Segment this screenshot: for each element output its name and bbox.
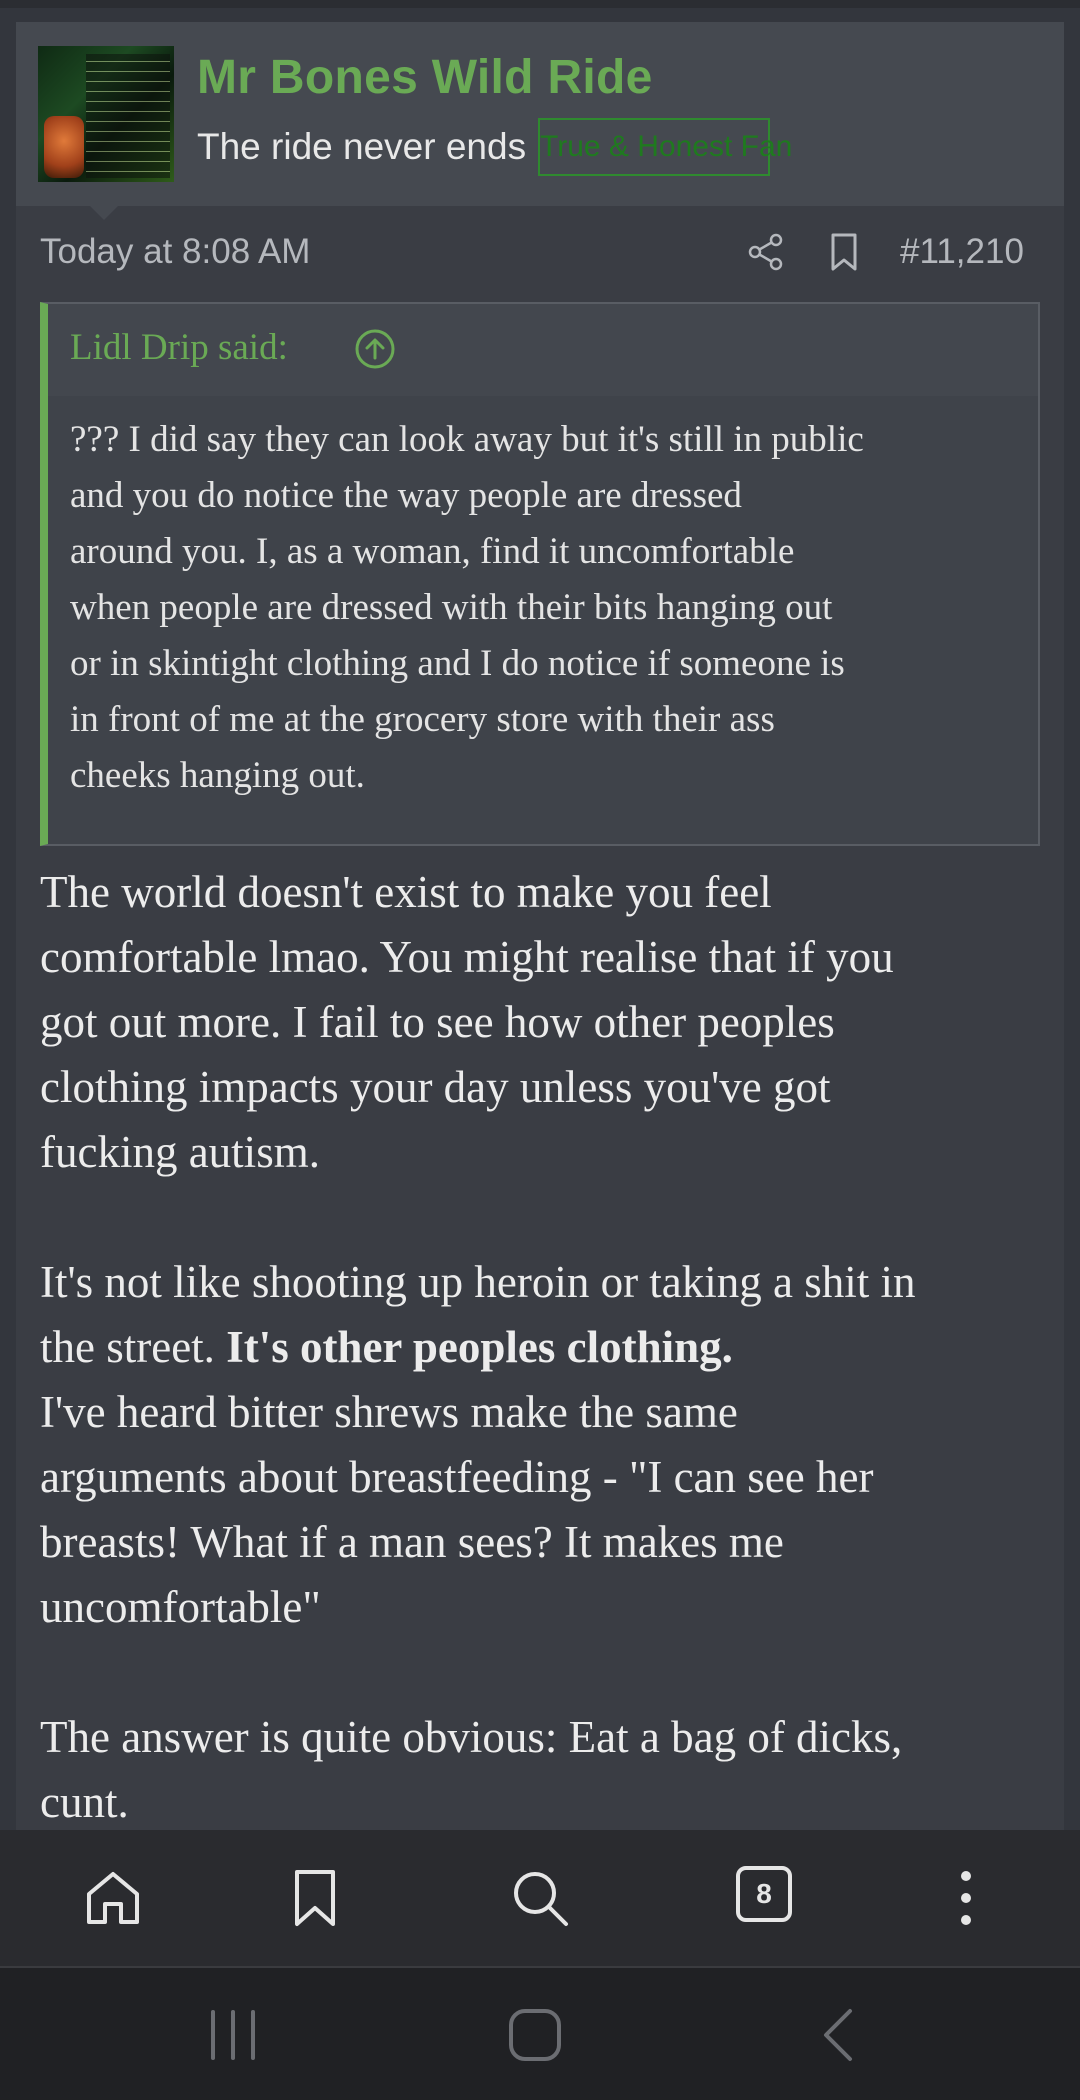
- quote-line: and you do notice the way people are dre…: [70, 475, 742, 516]
- arrow-up-circle-icon[interactable]: [354, 328, 396, 370]
- body-line: It's not like shooting up heroin or taki…: [40, 1257, 916, 1307]
- home-button-icon[interactable]: [505, 2006, 565, 2064]
- body-line: The answer is quite obvious: Eat a bag o…: [40, 1712, 903, 1762]
- user-header: Mr Bones Wild Ride The ride never ends T…: [16, 22, 1064, 206]
- search-icon[interactable]: [508, 1866, 572, 1930]
- bookmark-icon[interactable]: [826, 232, 862, 272]
- post-body: The world doesn't exist to make you feel…: [40, 860, 1070, 1835]
- browser-bottom-nav: 8: [0, 1830, 1080, 1966]
- post-number[interactable]: #11,210: [900, 232, 1024, 272]
- back-icon[interactable]: [810, 2006, 870, 2064]
- top-edge: [0, 0, 1080, 8]
- quote-body: ??? I did say they can look away but it'…: [70, 412, 1030, 804]
- quote-line: cheeks hanging out.: [70, 755, 365, 796]
- quote-line: around you. I, as a woman, find it uncom…: [70, 531, 795, 572]
- bookmark-icon[interactable]: [283, 1866, 347, 1930]
- body-line: arguments about breastfeeding - "I can s…: [40, 1452, 874, 1502]
- body-line: uncomfortable": [40, 1582, 321, 1632]
- body-line: The world doesn't exist to make you feel: [40, 867, 772, 917]
- quote-author[interactable]: Lidl Drip said:: [70, 326, 288, 369]
- more-icon[interactable]: [934, 1866, 998, 1930]
- avatar-figure: [44, 116, 84, 178]
- quote-block: Lidl Drip said: ??? I did say they can l…: [40, 302, 1040, 846]
- user-badge: True & Honest Fan: [538, 118, 792, 176]
- post-date[interactable]: Today at 8:08 AM: [40, 232, 310, 272]
- quote-line: or in skintight clothing and I do notice…: [70, 643, 845, 684]
- forum-post: Mr Bones Wild Ride The ride never ends T…: [16, 22, 1064, 1832]
- quote-header: Lidl Drip said:: [48, 304, 1038, 396]
- header-pointer: [90, 206, 118, 220]
- body-line: cunt.: [40, 1777, 129, 1827]
- body-line-mixed: the street. It's other peoples clothing.: [40, 1315, 1070, 1380]
- body-line: comfortable lmao. You might realise that…: [40, 932, 894, 982]
- quote-line: when people are dressed with their bits …: [70, 587, 833, 628]
- avatar[interactable]: [38, 46, 174, 182]
- share-icon[interactable]: [746, 232, 786, 272]
- home-icon[interactable]: [81, 1866, 145, 1930]
- username[interactable]: Mr Bones Wild Ride: [197, 50, 653, 105]
- body-line: clothing impacts your day unless you've …: [40, 1062, 831, 1112]
- quote-line: ??? I did say they can look away but it'…: [70, 419, 864, 460]
- avatar-text-pattern: [86, 54, 170, 178]
- body-text: the street.: [40, 1322, 227, 1372]
- bold-text: It's other peoples clothing.: [226, 1322, 733, 1372]
- body-line: got out more. I fail to see how other pe…: [40, 997, 835, 1047]
- user-title: The ride never ends: [197, 126, 527, 167]
- tab-count: 8: [736, 1866, 792, 1922]
- recent-apps-icon[interactable]: [203, 2006, 263, 2064]
- body-line: I've heard bitter shrews make the same: [40, 1387, 738, 1437]
- system-navigation-bar: [0, 1968, 1080, 2100]
- quote-line: in front of me at the grocery store with…: [70, 699, 775, 740]
- body-line: breasts! What if a man sees? It makes me: [40, 1517, 784, 1567]
- tabs-icon[interactable]: 8: [736, 1866, 800, 1930]
- body-line: fucking autism.: [40, 1127, 320, 1177]
